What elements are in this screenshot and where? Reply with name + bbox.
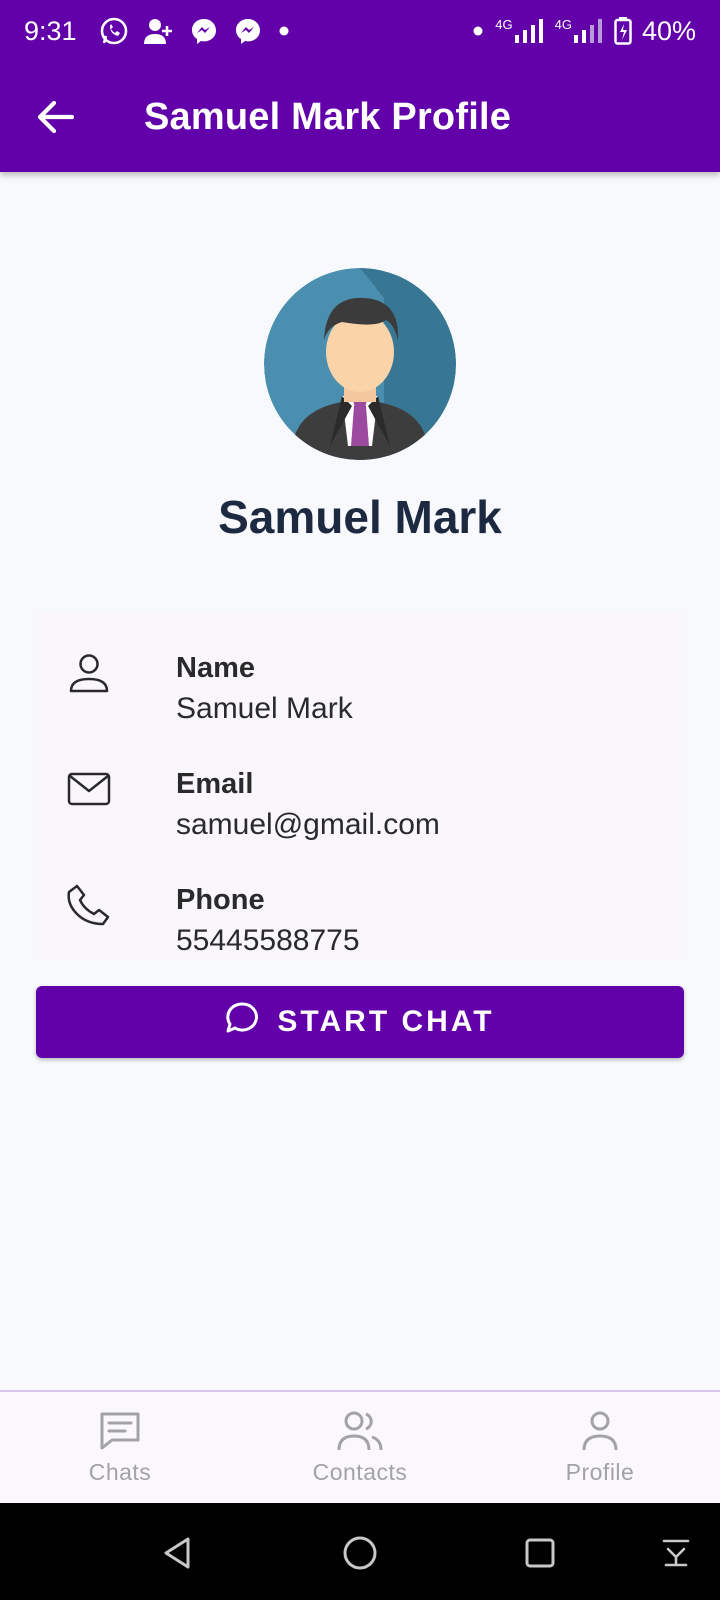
nav-label: Chats [88, 1459, 152, 1485]
mail-icon [64, 764, 114, 814]
signal-icon: 4G [495, 17, 544, 45]
detail-row-name: Name Samuel Mark [34, 630, 686, 730]
chat-icon [98, 1410, 142, 1457]
status-bar: 9:31 4G 4G 40% [0, 0, 720, 62]
nav-label: Profile [565, 1459, 635, 1485]
detail-label: Phone [176, 884, 265, 916]
arrow-left-icon[interactable] [24, 85, 88, 149]
detail-label: Email [176, 768, 254, 800]
avatar [264, 268, 456, 460]
start-chat-button[interactable]: START CHAT [36, 986, 684, 1058]
page-title: Samuel Mark Profile [144, 95, 512, 138]
battery-icon [614, 17, 632, 45]
recents-square-icon[interactable] [518, 1531, 562, 1575]
system-nav-bar [0, 1503, 720, 1600]
start-chat-label: START CHAT [277, 1005, 495, 1038]
dot-icon [471, 24, 485, 38]
nav-item-contacts[interactable]: Contacts [280, 1410, 440, 1490]
person-add-icon [143, 16, 175, 46]
whatsapp-icon [99, 16, 129, 46]
profile-icon [580, 1410, 620, 1457]
bottom-nav: Chats Contacts Profile [0, 1390, 720, 1503]
nav-item-profile[interactable]: Profile [520, 1410, 680, 1490]
detail-row-phone: Phone 55445588775 [34, 862, 686, 962]
signal-icon: 4G [555, 17, 604, 45]
chat-bubble-icon [225, 1001, 259, 1043]
detail-row-email: Email samuel@gmail.com [34, 746, 686, 846]
nav-label: Contacts [312, 1459, 408, 1485]
nav-item-chats[interactable]: Chats [40, 1410, 200, 1490]
detail-value: samuel@gmail.com [176, 808, 440, 841]
detail-label: Name [176, 652, 255, 684]
notification-pulldown-icon[interactable] [654, 1531, 698, 1575]
detail-value: Samuel Mark [176, 692, 353, 725]
status-time: 9:31 [24, 15, 77, 46]
messenger-icon [233, 16, 263, 46]
battery-percent: 40% [641, 15, 696, 46]
app-bar: Samuel Mark Profile [0, 62, 720, 172]
profile-name: Samuel Mark [218, 491, 502, 543]
contacts-icon [337, 1410, 383, 1457]
profile-details-card: Name Samuel Mark Email samuel@gmail.com … [34, 612, 686, 960]
phone-icon [64, 880, 114, 930]
home-circle-icon[interactable] [338, 1531, 382, 1575]
person-icon [64, 648, 114, 698]
back-triangle-icon[interactable] [156, 1531, 200, 1575]
detail-value: 55445588775 [176, 924, 360, 957]
messenger-icon [189, 16, 219, 46]
dot-icon [277, 24, 291, 38]
